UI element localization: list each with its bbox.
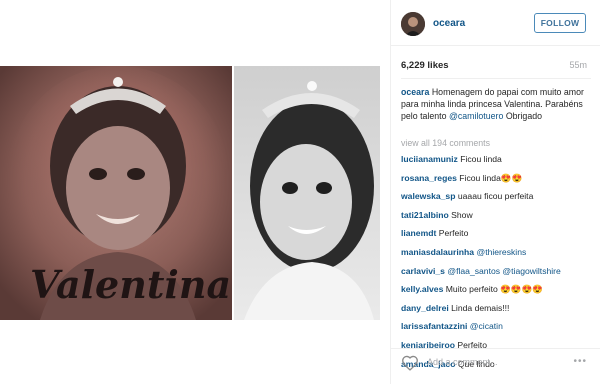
post-sidebar: oceara FOLLOW 6,229 likes 55m oceara Hom… — [390, 0, 600, 384]
comment-item: larissafantazzini @cicatin — [401, 319, 595, 338]
more-options-icon[interactable]: ••• — [573, 356, 587, 367]
caption-username[interactable]: oceara — [401, 87, 429, 97]
comment-username[interactable]: walewska_sp — [401, 191, 455, 201]
post-photo[interactable]: Valentina — [0, 0, 390, 384]
comment-text: Muito perfeito 😍😍😍😍 — [445, 284, 544, 295]
avatar[interactable] — [401, 12, 425, 36]
comment-mention[interactable]: @cicatin — [470, 321, 503, 331]
comment-text: Ficou linda😍😍 — [459, 172, 523, 183]
comment-text: uaaau ficou perfeita — [457, 191, 534, 202]
comment-item: maniasdalaurinha @thiereskins — [401, 245, 595, 264]
caption-mention[interactable]: @camilotuero — [449, 111, 503, 121]
comment-item: kelly.alves Muito perfeito 😍😍😍😍 — [401, 282, 595, 301]
post-header: oceara FOLLOW — [391, 0, 600, 46]
comment-mention[interactable]: @flaa_santos @tiagowiltshire — [447, 266, 560, 276]
post-stats: 6,229 likes 55m — [391, 60, 600, 76]
comment-item: dany_delrei Linda demais!!! — [401, 301, 595, 320]
caption-tail: Obrigado — [505, 111, 543, 121]
comment-username[interactable]: dany_delrei — [401, 303, 449, 313]
post-footer: Add a comment... ••• — [391, 348, 600, 384]
comment-item: lianemdt Perfeito — [401, 226, 595, 245]
comment-item: tati21albino Show — [401, 208, 595, 227]
comment-item: rosana_reges Ficou linda😍😍 — [401, 171, 595, 190]
author-username-link[interactable]: oceara — [433, 18, 465, 29]
tattoo-script-text: Valentina — [30, 262, 231, 307]
follow-button[interactable]: FOLLOW — [534, 13, 586, 33]
comment-item: luciianamuniz Ficou linda — [401, 152, 595, 171]
comment-username[interactable]: tati21albino — [401, 210, 449, 220]
comment-username[interactable]: carlavivi_s — [401, 266, 445, 276]
comment-username[interactable]: maniasdalaurinha — [401, 247, 474, 257]
comment-text: Show — [451, 209, 473, 220]
comment-username[interactable]: rosana_reges — [401, 173, 457, 183]
comment-username[interactable]: lianemdt — [401, 228, 436, 238]
instagram-post: Valentina oceara FOLLOW 6,229 likes 55m … — [0, 0, 600, 384]
comment-username[interactable]: kelly.alves — [401, 284, 443, 294]
heart-icon[interactable] — [401, 355, 419, 371]
post-caption: oceara Homenagem do papai com muito amor… — [401, 86, 591, 122]
divider — [401, 78, 591, 79]
post-age[interactable]: 55m — [569, 60, 587, 70]
likes-count[interactable]: 6,229 likes — [401, 60, 449, 71]
comment-username[interactable]: luciianamuniz — [401, 154, 458, 164]
comment-text: Linda demais!!! — [451, 302, 510, 313]
comment-item: carlavivi_s @flaa_santos @tiagowiltshire — [401, 264, 595, 283]
add-comment-input[interactable]: Add a comment... — [427, 357, 498, 367]
comment-item: walewska_sp uaaau ficou perfeita — [401, 189, 595, 208]
view-all-comments-link[interactable]: view all 194 comments — [401, 138, 490, 148]
comment-text: Ficou linda — [460, 154, 502, 164]
tattoo-photo: Valentina — [0, 66, 232, 320]
comments-list: luciianamuniz Ficou linda rosana_reges F… — [401, 152, 595, 375]
comment-text: Perfeito — [438, 228, 469, 239]
original-photo — [234, 66, 380, 320]
comment-mention[interactable]: @thiereskins — [476, 247, 526, 257]
comment-username[interactable]: larissafantazzini — [401, 321, 467, 331]
